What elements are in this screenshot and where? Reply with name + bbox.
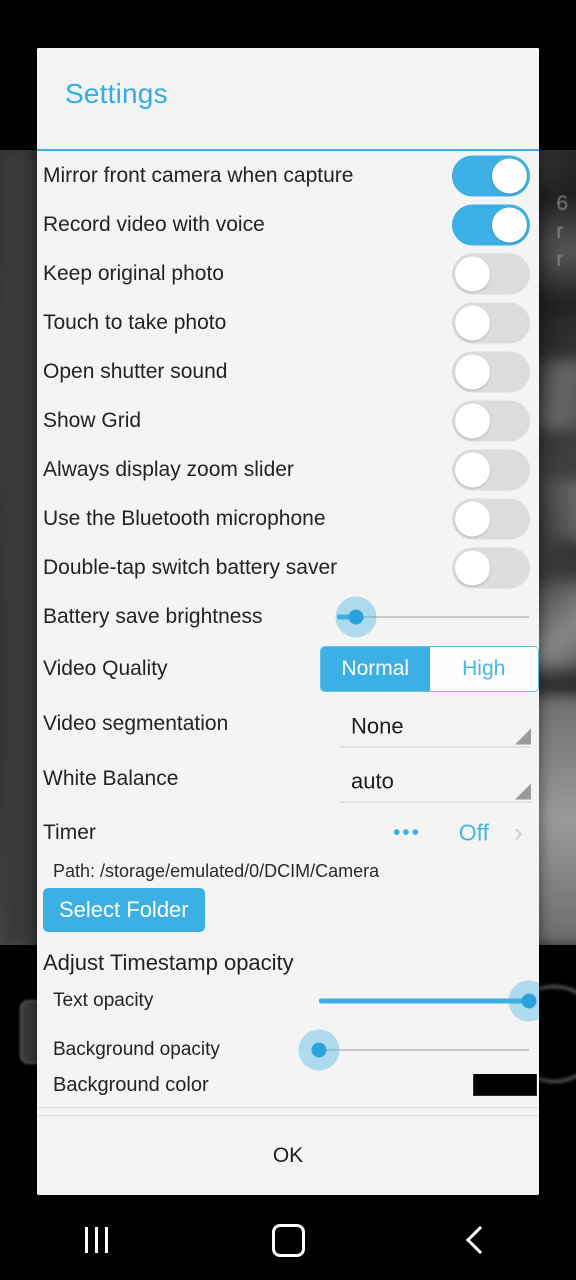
toggle-knob <box>492 207 527 242</box>
dropdown-triangle-icon <box>515 728 531 745</box>
setting-row-show-grid[interactable]: Show Grid <box>37 396 539 445</box>
setting-row-open-shutter-sound[interactable]: Open shutter sound <box>37 347 539 396</box>
setting-row-video-quality[interactable]: Video Quality Normal High <box>37 641 539 697</box>
setting-row-always-display-zoom-slider[interactable]: Always display zoom slider <box>37 445 539 494</box>
backdrop-ghost-text: 6 r r <box>556 190 568 274</box>
setting-row-video-segmentation[interactable]: Video segmentation None <box>37 697 539 751</box>
segment-high[interactable]: High <box>429 647 538 691</box>
setting-label: White Balance <box>43 767 179 790</box>
setting-label: Background opacity <box>53 1038 220 1060</box>
dialog-header: Settings <box>37 48 539 149</box>
home-icon <box>271 1223 305 1257</box>
backdrop-ghost-line-2: r <box>556 220 564 243</box>
settings-dialog: Settings Mirror front camera when captur… <box>37 48 539 1195</box>
setting-label: Battery save brightness <box>43 604 263 628</box>
setting-label: Keep original photo <box>43 261 224 285</box>
timer-value[interactable]: Off <box>459 820 489 847</box>
nav-back-button[interactable] <box>420 1210 540 1270</box>
toggle-record-video-with-voice[interactable] <box>452 204 530 245</box>
toggle-knob <box>455 452 490 487</box>
toggle-knob <box>492 158 527 193</box>
toggle-bluetooth-microphone[interactable] <box>452 498 530 539</box>
toggle-mirror-front-camera[interactable] <box>452 155 530 196</box>
setting-label: Use the Bluetooth microphone <box>43 506 326 530</box>
setting-row-touch-to-take-photo[interactable]: Touch to take photo <box>37 298 539 347</box>
setting-label: Mirror front camera when capture <box>43 163 354 187</box>
segmented-video-quality[interactable]: Normal High <box>320 646 539 692</box>
setting-label: Record video with voice <box>43 212 265 236</box>
recents-icon <box>84 1227 108 1253</box>
setting-row-timer[interactable]: Timer ••• Off › <box>37 807 539 859</box>
storage-path-text: Path: /storage/emulated/0/DCIM/Camera <box>53 861 380 881</box>
setting-label: Open shutter sound <box>43 359 228 383</box>
android-navigation-bar <box>0 1200 576 1280</box>
background-color-swatch[interactable] <box>473 1074 537 1096</box>
toggle-knob <box>455 403 490 438</box>
setting-row-bluetooth-microphone[interactable]: Use the Bluetooth microphone <box>37 494 539 543</box>
slider-thumb[interactable] <box>521 993 537 1008</box>
setting-row-background-color[interactable]: Background color <box>37 1074 539 1108</box>
nav-recents-button[interactable] <box>36 1210 156 1270</box>
setting-label: Always display zoom slider <box>43 457 294 481</box>
slider-text-opacity[interactable] <box>319 979 539 1023</box>
toggle-knob <box>455 256 490 291</box>
dropdown-triangle-icon <box>515 783 531 800</box>
dialog-footer: OK <box>37 1115 539 1195</box>
select-folder-button[interactable]: Select Folder <box>43 888 205 932</box>
spinner-white-balance[interactable]: auto <box>339 756 531 803</box>
setting-row-background-opacity[interactable]: Background opacity <box>37 1025 539 1074</box>
toggle-knob <box>455 305 490 340</box>
toggle-knob <box>455 550 490 585</box>
settings-list[interactable]: Mirror front camera when capture Record … <box>37 151 539 1115</box>
spinner-value: None <box>351 713 404 739</box>
chevron-right-icon[interactable]: › <box>514 819 523 847</box>
toggle-double-tap-battery-saver[interactable] <box>452 547 530 588</box>
toggle-knob <box>455 501 490 536</box>
setting-label: Touch to take photo <box>43 310 227 334</box>
setting-label: Double-tap switch battery saver <box>43 555 338 579</box>
slider-background-opacity[interactable] <box>298 1028 529 1072</box>
list-bottom-divider <box>37 1107 539 1108</box>
setting-row-battery-save-brightness[interactable]: Battery save brightness <box>37 592 539 641</box>
setting-row-double-tap-battery-saver[interactable]: Double-tap switch battery saver <box>37 543 539 592</box>
toggle-open-shutter-sound[interactable] <box>452 351 530 392</box>
setting-row-text-opacity[interactable]: Text opacity <box>37 976 539 1025</box>
slider-track <box>319 1048 529 1051</box>
toggle-show-grid[interactable] <box>452 400 530 441</box>
spinner-video-segmentation[interactable]: None <box>339 701 531 748</box>
spinner-value: auto <box>351 768 394 794</box>
backdrop-ghost-line-1: 6 <box>556 192 568 215</box>
backdrop-ghost-line-3: r <box>556 248 564 271</box>
setting-label: Timer <box>43 821 96 844</box>
more-options-icon[interactable]: ••• <box>393 821 421 845</box>
segment-normal[interactable]: Normal <box>321 647 430 691</box>
toggle-keep-original-photo[interactable] <box>452 253 530 294</box>
setting-row-record-video-with-voice[interactable]: Record video with voice <box>37 200 539 249</box>
setting-label: Video Quality <box>43 657 168 680</box>
setting-row-mirror-front-camera[interactable]: Mirror front camera when capture <box>37 151 539 200</box>
toggle-always-display-zoom-slider[interactable] <box>452 449 530 490</box>
slider-fill <box>319 998 529 1003</box>
setting-row-white-balance[interactable]: White Balance auto <box>37 751 539 807</box>
dialog-title: Settings <box>65 78 168 109</box>
timestamp-section-title: Adjust Timestamp opacity <box>43 950 294 975</box>
back-icon <box>465 1225 495 1255</box>
setting-label: Video segmentation <box>43 712 229 735</box>
nav-home-button[interactable] <box>228 1210 348 1270</box>
slider-battery-save-brightness[interactable] <box>335 595 529 639</box>
slider-thumb[interactable] <box>348 609 364 624</box>
ok-button[interactable]: OK <box>247 1136 329 1176</box>
toggle-touch-to-take-photo[interactable] <box>452 302 530 343</box>
setting-label: Text opacity <box>53 989 154 1011</box>
setting-label: Background color <box>53 1074 209 1096</box>
setting-label: Show Grid <box>43 408 142 432</box>
slider-thumb[interactable] <box>311 1042 327 1057</box>
phone-screen: 6 r r Settings Mirror front camera when … <box>0 0 576 1280</box>
setting-row-keep-original-photo[interactable]: Keep original photo <box>37 249 539 298</box>
toggle-knob <box>455 354 490 389</box>
